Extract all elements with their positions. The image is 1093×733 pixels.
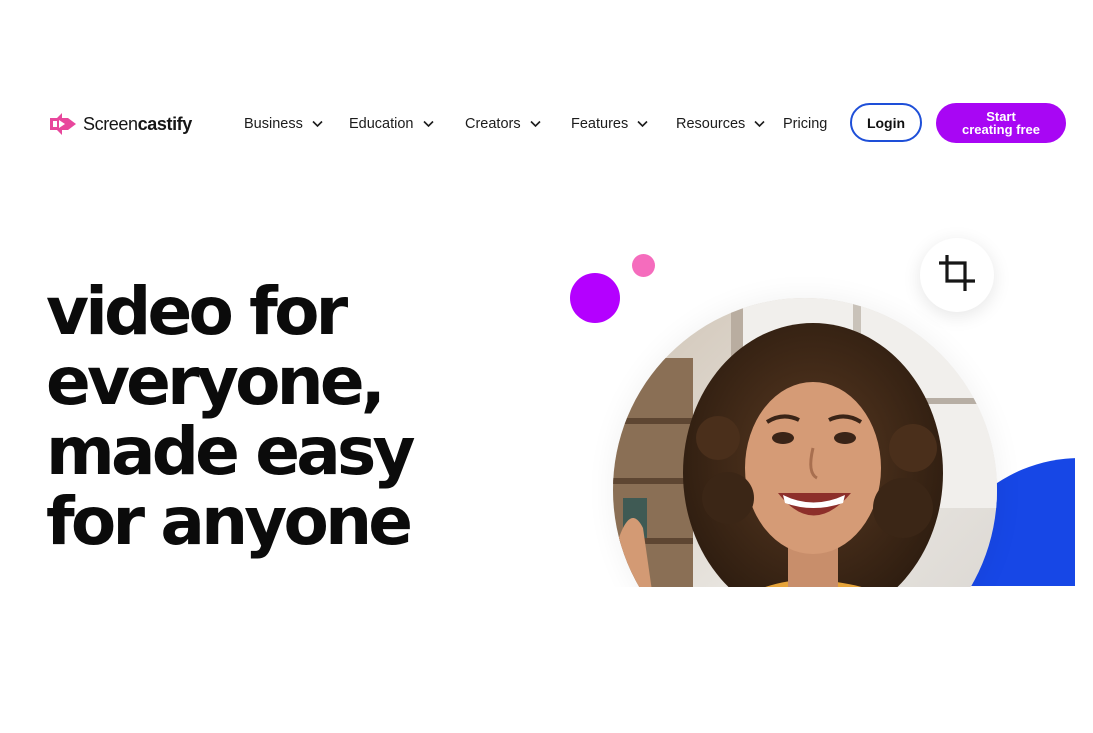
crop-button[interactable]	[920, 238, 994, 312]
nav-item-label: Resources	[676, 116, 746, 132]
chevron-down-icon	[637, 120, 648, 128]
hero-headline: video for everyone, made easy for anyone	[46, 277, 466, 557]
screencastify-logo-icon	[48, 112, 78, 136]
chevron-down-icon	[754, 120, 765, 128]
brand-name: Screencastify	[83, 113, 192, 134]
nav-item-label: Features	[571, 116, 629, 132]
nav-item-education[interactable]: Education	[349, 112, 434, 136]
hero-line: for anyone	[46, 483, 413, 560]
nav-item-pricing[interactable]: Pricing	[783, 112, 827, 136]
chevron-down-icon	[422, 120, 434, 128]
hero-line: made easy	[46, 413, 416, 490]
nav-item-resources[interactable]: Resources	[676, 112, 765, 136]
start-creating-free-button[interactable]: Start creating free	[936, 103, 1066, 143]
nav-item-creators[interactable]: Creators	[465, 112, 541, 136]
brand-logo[interactable]: Screencastify	[48, 110, 192, 138]
login-button[interactable]: Login	[850, 103, 922, 142]
nav-item-label: Business	[244, 116, 303, 132]
nav-item-business[interactable]: Business	[244, 112, 323, 136]
start-button-line2: creating free	[961, 122, 1041, 137]
nav-item-label: Creators	[465, 116, 521, 132]
crop-icon	[937, 253, 977, 298]
chevron-down-icon	[530, 120, 541, 128]
nav-item-label: Pricing	[783, 116, 828, 132]
hero-line: everyone,	[46, 343, 386, 420]
chevron-down-icon	[312, 120, 323, 128]
nav-item-label: Education	[349, 116, 414, 132]
hero-line: video for	[46, 273, 348, 350]
smiling-woman-photo	[613, 298, 997, 587]
nav-item-features[interactable]: Features	[571, 112, 648, 136]
hero-photo-frame	[560, 200, 1093, 587]
